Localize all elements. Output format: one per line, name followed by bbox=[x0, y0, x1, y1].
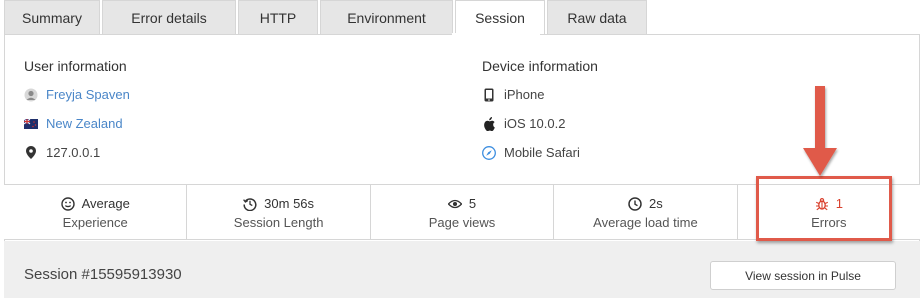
metric-load-time: 2s Average load time bbox=[554, 185, 738, 239]
phone-icon bbox=[482, 88, 496, 102]
metric-load-time-value: 2s bbox=[649, 196, 663, 211]
ip-row: 127.0.0.1 bbox=[24, 145, 100, 160]
metric-session-length: 30m 56s Session Length bbox=[187, 185, 371, 239]
tab-error-details[interactable]: Error details bbox=[102, 0, 236, 34]
metric-load-time-label: Average load time bbox=[593, 214, 698, 230]
country-link[interactable]: New Zealand bbox=[46, 116, 123, 131]
tab-session[interactable]: Session bbox=[455, 0, 545, 35]
tab-bar: Summary Error details HTTP Environment S… bbox=[4, 0, 649, 35]
metric-page-views-label: Page views bbox=[428, 214, 496, 230]
map-pin-icon bbox=[24, 146, 38, 160]
avatar-icon bbox=[24, 88, 38, 102]
metric-session-length-value: 30m 56s bbox=[264, 196, 315, 211]
metric-page-views-value: 5 bbox=[468, 196, 477, 211]
errors-highlight-box bbox=[756, 176, 892, 241]
tab-environment[interactable]: Environment bbox=[320, 0, 453, 34]
device-row: iPhone bbox=[482, 87, 544, 102]
user-name-link[interactable]: Freyja Spaven bbox=[46, 87, 130, 102]
device-name: iPhone bbox=[504, 87, 545, 102]
history-icon bbox=[243, 197, 257, 211]
session-header: Session #15595913930 View session in Pul… bbox=[4, 241, 920, 298]
tab-http[interactable]: HTTP bbox=[238, 0, 318, 34]
tab-summary[interactable]: Summary bbox=[4, 0, 100, 34]
tab-raw-data[interactable]: Raw data bbox=[547, 0, 647, 34]
metric-experience-label: Experience bbox=[62, 214, 128, 230]
user-info-title: User information bbox=[24, 58, 127, 74]
eye-icon bbox=[447, 197, 462, 211]
metric-experience-value: Average bbox=[81, 196, 130, 211]
apple-icon bbox=[482, 116, 496, 131]
device-info-title: Device information bbox=[482, 58, 598, 74]
metric-page-views: 5 Page views bbox=[371, 185, 555, 239]
os-row: iOS 10.0.2 bbox=[482, 116, 565, 131]
smiley-icon bbox=[60, 196, 75, 211]
user-name-row[interactable]: Freyja Spaven bbox=[24, 87, 130, 102]
browser-name: Mobile Safari bbox=[504, 145, 580, 160]
os-version: iOS 10.0.2 bbox=[504, 116, 566, 131]
flag-icon bbox=[24, 117, 38, 131]
ip-address: 127.0.0.1 bbox=[46, 145, 101, 160]
view-in-pulse-button[interactable]: View session in Pulse bbox=[710, 261, 896, 290]
session-title: Session #15595913930 bbox=[24, 266, 182, 283]
annotation-arrow-icon bbox=[803, 86, 837, 176]
browser-row: Mobile Safari bbox=[482, 145, 580, 160]
metric-session-length-label: Session Length bbox=[233, 214, 324, 230]
metric-experience: Average Experience bbox=[4, 185, 188, 239]
safari-icon bbox=[482, 145, 496, 160]
country-row[interactable]: New Zealand bbox=[24, 116, 123, 131]
clock-icon bbox=[628, 196, 642, 211]
